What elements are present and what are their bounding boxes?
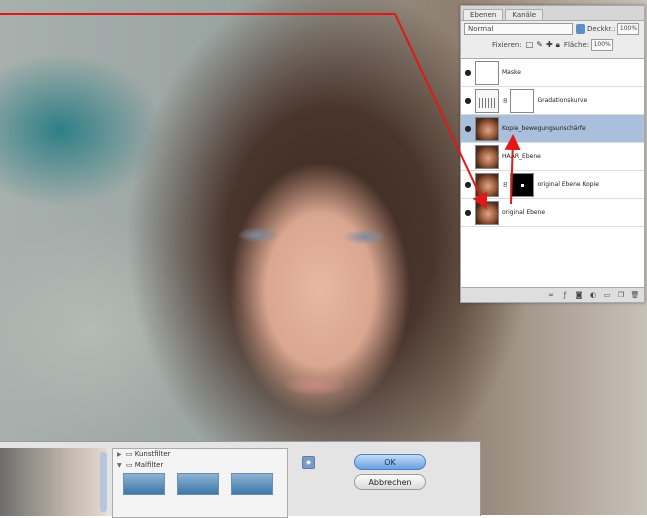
lock-icons: □ ✎ ✚ 🔒︎ [526,40,560,50]
new-layer-icon[interactable]: ❐ [616,290,626,300]
blurred-eye-right [345,230,385,244]
blurred-mouth [285,375,345,395]
layer-row[interactable]: HAAR_Ebene [461,143,644,171]
layer-thumbnail [475,144,499,169]
add-mask-icon[interactable]: ◙ [574,290,584,300]
layer-row[interactable]: ● original Ebene [461,199,644,227]
blend-mode-select[interactable]: Normal [464,23,573,35]
visibility-eye-icon[interactable]: ● [461,96,475,105]
filter-thumbnail[interactable] [231,473,273,495]
tab-channels[interactable]: Kanäle [505,9,544,20]
layer-style-icon[interactable]: ƒ [560,290,570,300]
visibility-eye-icon[interactable]: ● [461,208,475,217]
filter-group-label: Kunstfilter [134,450,171,458]
panel-tabs: Ebenen Kanäle [461,6,644,21]
layer-name: original Ebene [502,209,546,216]
layer-mask-thumbnail [510,172,535,197]
chain-link-icon[interactable]: 8 [503,97,507,105]
layer-row-selected[interactable]: ● Kopie_bewegungsunschärfe [461,115,644,143]
lock-move-icon[interactable]: ✚ [546,40,553,50]
chain-link-icon[interactable]: 8 [503,181,507,189]
layer-thumbnail [475,172,499,197]
layer-name: Kopie_bewegungsunschärfe [502,125,586,132]
filter-group-label: Malfilter [134,461,164,469]
visibility-eye-icon[interactable]: ● [461,124,475,133]
visibility-eye-icon[interactable]: ● [461,68,475,77]
adjustment-layer-icon[interactable]: ◐ [588,290,598,300]
blurred-eye-left [238,228,278,242]
lock-transparency-icon[interactable]: □ [526,40,534,50]
blend-row: Normal Deckkr.: 100% [461,21,644,37]
layer-thumbnail [475,200,499,225]
lock-label: Fixieren: [492,41,522,49]
panel-footer: ∞ ƒ ◙ ◐ ▭ ❐ 🗑︎ [461,287,644,302]
layer-row[interactable]: ● Maske [461,59,644,87]
link-layers-icon[interactable]: ∞ [546,290,556,300]
lock-row: Fixieren: □ ✎ ✚ 🔒︎ Fläche: 100% [461,37,644,53]
layer-thumbnail [475,60,499,85]
layer-name: HAAR_Ebene [502,153,541,160]
opacity-label: Deckkr.: [587,25,616,33]
layers-panel: Ebenen Kanäle Normal Deckkr.: 100% Fixie… [460,5,645,303]
layer-row[interactable]: ● 8 Gradationskurve [461,87,644,115]
trash-icon[interactable]: 🗑︎ [630,290,640,300]
filter-group-row[interactable]: ▼ ▭ Malfilter [113,460,287,471]
filter-thumbnails [113,473,287,495]
fill-label: Fläche: [563,41,590,49]
lock-all-icon[interactable]: 🔒︎ [556,40,560,50]
visibility-eye-icon[interactable]: ● [461,180,475,189]
filter-group-row[interactable]: ▶ ▭ Kunstfilter [113,449,287,460]
filter-thumbnail[interactable] [177,473,219,495]
layer-mask-thumbnail [510,88,535,113]
layer-thumbnail [475,116,499,141]
layer-name: Gradationskurve [537,97,588,104]
folder-icon: ▭ [125,450,133,458]
preview-scrollbar[interactable] [100,452,107,512]
layer-name: Maske [502,69,521,76]
group-folder-icon[interactable]: ▭ [602,290,612,300]
filter-preview[interactable] [0,448,106,516]
filter-thumbnail[interactable] [123,473,165,495]
opacity-field[interactable]: 100% [617,23,640,35]
collapse-toggle-icon[interactable]: ◆ [302,456,315,469]
cancel-button[interactable]: Abbrechen [354,474,426,490]
layer-list: ● Maske ● 8 Gradationskurve ● Kopie_bewe… [461,58,644,287]
expand-triangle-icon[interactable]: ▶ [117,451,122,458]
filter-gallery-dialog: ▶ ▭ Kunstfilter ▼ ▭ Malfilter ◆ OK Abbre… [0,441,481,518]
folder-icon: ▭ [125,461,133,469]
filter-list: ▶ ▭ Kunstfilter ▼ ▭ Malfilter [112,448,288,518]
layer-row[interactable]: ● 8 original Ebene Kopie [461,171,644,199]
adjustment-curves-icon [475,88,499,113]
fill-field[interactable]: 100% [591,39,614,51]
layer-name: original Ebene Kopie [537,181,599,188]
blend-mode-arrows-icon[interactable] [576,24,585,34]
tab-layers[interactable]: Ebenen [463,9,504,20]
ok-button[interactable]: OK [354,454,426,470]
lock-brush-icon[interactable]: ✎ [536,40,543,50]
collapse-triangle-icon[interactable]: ▼ [117,462,122,469]
